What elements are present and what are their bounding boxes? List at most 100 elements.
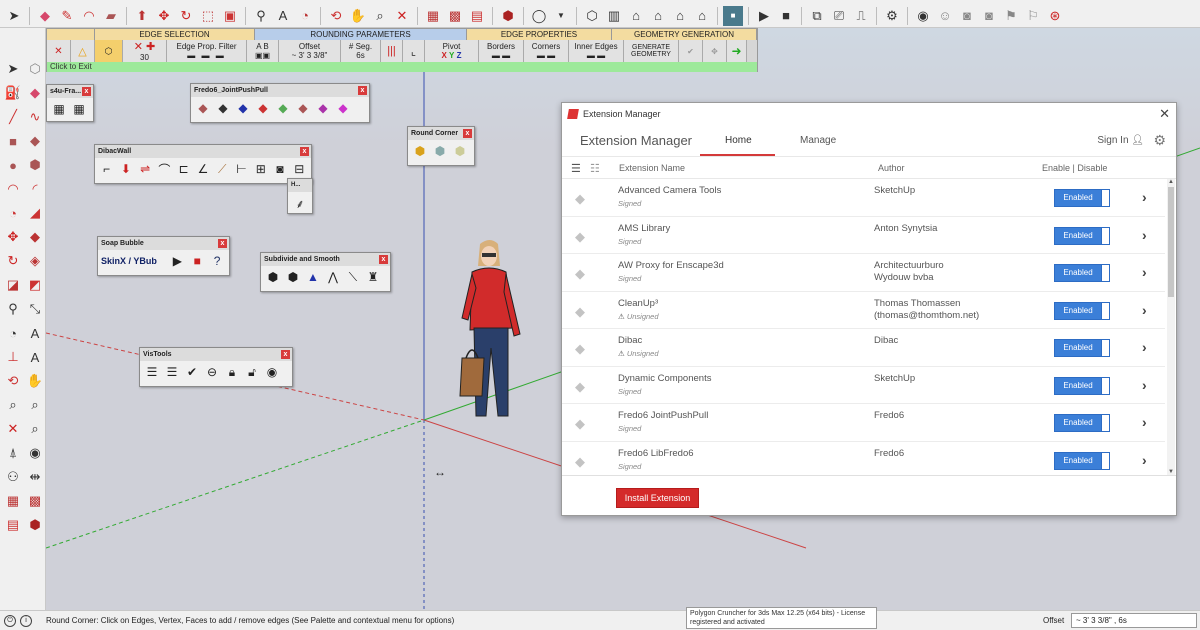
section-tool-icon[interactable]: ⇹ [24,466,46,488]
stop-icon[interactable]: ■ [188,252,206,270]
subdivide-cube-icon[interactable]: ⬢ [264,268,282,286]
sort-list-icon[interactable]: ☰ [571,162,581,175]
enable-toggle[interactable]: Enabled [1054,189,1110,207]
left-view-icon[interactable]: ⌂ [692,6,712,26]
rc-pivot-field[interactable]: Pivot X Y Z [425,40,479,62]
section-plane-icon[interactable]: ⧉ [807,6,827,26]
pie-icon[interactable]: ◔ [2,202,24,224]
make-component-icon[interactable]: ⬡ [24,58,46,80]
circle-icon[interactable]: ● [2,154,24,176]
extension-name[interactable]: AMS Library [618,223,670,234]
select-tool-icon[interactable]: ➤ [2,58,24,80]
arc-2pt-icon[interactable]: ◜ [24,178,46,200]
move-tool-icon[interactable]: ✥ [2,226,24,248]
film-icon[interactable]: ◉ [913,6,933,26]
chevron-down-icon[interactable]: ▼ [551,6,571,26]
smile-icon[interactable]: ☺ [935,6,955,26]
rc-edge-prop-filter[interactable]: Edge Prop. Filter ▬ ▬ ▬ [167,40,247,62]
close-icon[interactable]: x [358,86,367,95]
zoom-extents-tool-icon[interactable]: ✕ [2,418,24,440]
rc-status-text[interactable]: Click to Exit [47,62,757,72]
close-icon[interactable]: x [300,147,309,156]
bevel-cube-icon[interactable]: ⬢ [451,142,469,160]
position-camera-icon[interactable]: ⍋ [2,442,24,464]
extension-name[interactable]: CleanUp³ [618,298,658,309]
warehouse-icon[interactable]: ▩ [445,6,465,26]
front-view-icon[interactable]: ⌂ [626,6,646,26]
pencil-icon[interactable]: ✎ [57,6,77,26]
user-icon[interactable]: ◯ [529,6,549,26]
extension-name[interactable]: AW Proxy for Enscape3d [618,260,724,271]
install-extension-button[interactable]: Install Extension [616,488,699,508]
rc-segments-field[interactable]: # Seg. 6s [341,40,381,62]
rc-curve-icon[interactable]: ⌞ [403,40,425,62]
chevron-right-icon[interactable]: › [1142,227,1147,243]
text-icon[interactable]: A [273,6,293,26]
enable-toggle[interactable]: Enabled [1054,226,1110,245]
share-tool-icon[interactable]: ▤ [2,514,24,536]
rc-offset-field[interactable]: Offset ~ 3' 3 3/8" [279,40,341,62]
rc-check-icon[interactable]: ✔ [679,40,703,62]
tab-manage[interactable]: Manage [800,135,836,146]
rc-mode-icon[interactable]: ⬡ [95,40,123,62]
chevron-right-icon[interactable]: › [1142,264,1147,280]
rectangle-tool-icon[interactable]: ■ [2,130,24,152]
chevron-right-icon[interactable]: › [1142,414,1147,430]
wall-angle-icon[interactable]: ∠ [194,160,211,178]
extension-name[interactable]: Advanced Camera Tools [618,185,721,196]
thicken-push-icon[interactable]: ◆ [314,99,332,117]
wall-line-icon[interactable]: ⊏ [175,160,192,178]
round-cube-icon[interactable]: ⬢ [411,142,429,160]
extension-icon[interactable]: ⬢ [498,6,518,26]
protractor-icon[interactable]: ◔ [295,6,315,26]
follow-push-icon[interactable]: ◆ [334,99,352,117]
rc-triangle-icon[interactable]: △ [71,40,95,62]
flag-icon[interactable]: ⚑ [1001,6,1021,26]
rc-ab-toggle[interactable]: A B ▣▣ [247,40,279,62]
arc-icon[interactable]: ◠ [79,6,99,26]
scale-icon[interactable]: ⬚ [198,6,218,26]
lock-icon[interactable]: 🔒︎ [223,363,241,381]
geo-location-icon[interactable]: ⏻ [4,615,16,627]
wall-icon[interactable]: ⌐ [98,160,115,178]
rc-exit-icon[interactable]: ➜ [727,40,747,62]
wall-double-icon[interactable]: ⇌ [137,160,154,178]
enable-toggle[interactable]: Enabled [1054,376,1110,395]
protractor-tool-icon[interactable]: ◔ [2,322,24,344]
frame-alt-icon[interactable]: ▦ [70,100,88,118]
orbit-icon[interactable]: ⟲ [326,6,346,26]
iso-view-icon[interactable]: ⬡ [582,6,602,26]
arc-wall-icon[interactable]: ⌒ [156,160,173,178]
orbit-tool-icon[interactable]: ⟲ [2,370,24,392]
rc-corners-button[interactable]: Corners ▬ ▬ [524,40,569,62]
gear-icon[interactable]: ⚙ [1153,132,1166,149]
joint-push-icon[interactable]: ◆ [194,99,212,117]
camera-path-icon[interactable]: ◙ [979,6,999,26]
zoom-extents-icon[interactable]: ✕ [392,6,412,26]
extension-row[interactable]: ◆ Fredo6 LibFredo6 Signed Fredo6 Enabled › [562,442,1165,476]
zoom-icon[interactable]: ⌕ [370,6,390,26]
eraser-tool-icon[interactable]: ◆ [24,82,46,104]
text-tool-icon[interactable]: A [24,322,46,344]
undo-push-icon[interactable]: ◆ [274,99,292,117]
chevron-right-icon[interactable]: › [1142,302,1147,318]
close-icon[interactable]: x [218,239,227,248]
rc-close-button[interactable]: ✕ [47,40,71,62]
rc-inner-edges-button[interactable]: Inner Edges ▬ ▬ [569,40,624,62]
em-scrollbar[interactable]: ▲ ▼ [1167,179,1175,475]
layers-icon[interactable]: ☰ [143,363,161,381]
furniture-icon[interactable]: ◙ [271,160,288,178]
walk-tool-icon[interactable]: ⚇ [2,466,24,488]
close-icon[interactable]: x [82,87,91,96]
camera-icon[interactable]: ⎚ [829,6,849,26]
tab-home[interactable]: Home [725,135,752,146]
model-info-icon[interactable]: ■ [723,5,743,26]
offset-icon[interactable]: ▣ [220,6,240,26]
record-icon[interactable]: ⊛ [1045,6,1065,26]
warehouse-tool-icon[interactable]: ▩ [24,490,46,512]
camera-tool-icon[interactable]: ◙ [957,6,977,26]
extension-row[interactable]: ◆ Dibac ⚠ Unsigned Dibac Enabled › [562,329,1165,367]
sculpt-icon[interactable]: ♜ [364,268,382,286]
rc-bars-icon[interactable]: ||| [381,40,403,62]
em-scroll-thumb[interactable] [1168,187,1174,297]
